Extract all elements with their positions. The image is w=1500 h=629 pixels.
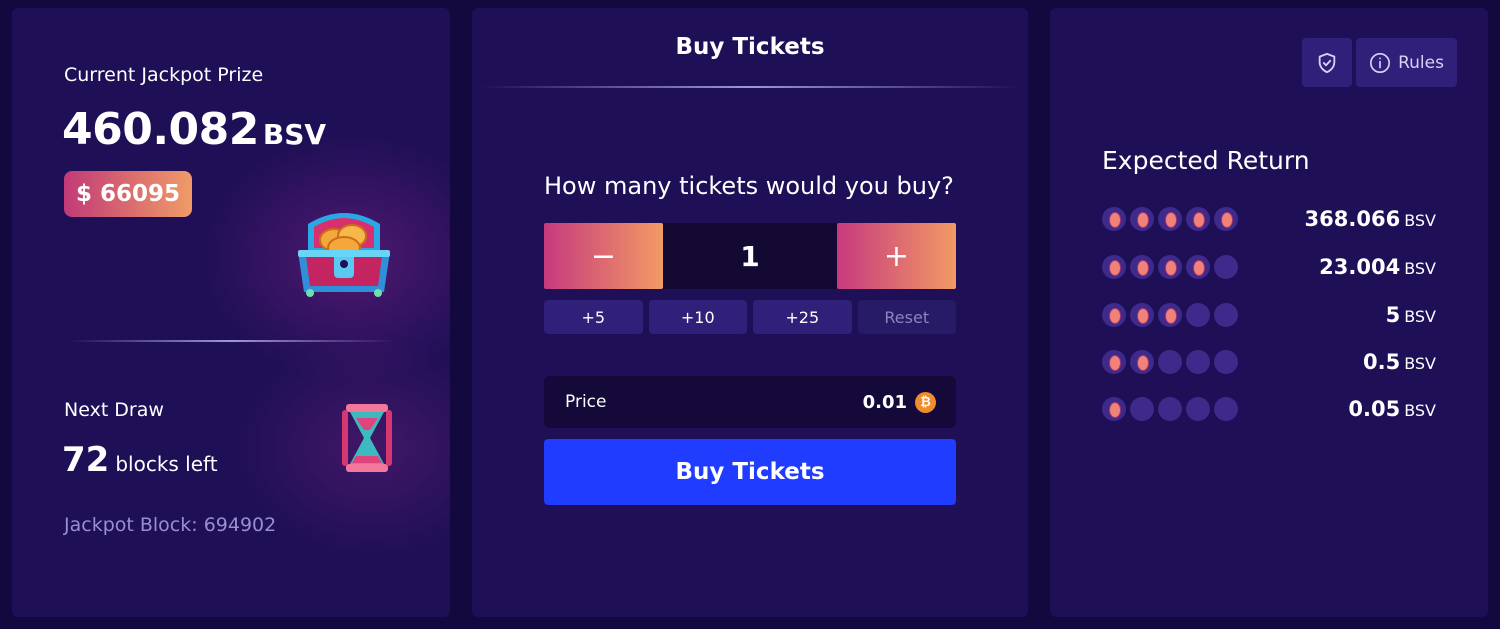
matched-ball-icon xyxy=(1158,207,1182,231)
empty-ball-icon xyxy=(1186,303,1210,327)
hourglass-icon xyxy=(342,404,392,472)
empty-ball-icon xyxy=(1130,397,1154,421)
shield-check-icon xyxy=(1318,52,1336,73)
expected-return-value: 368.066 BSV xyxy=(1305,207,1436,231)
return-unit: BSV xyxy=(1404,259,1436,278)
price-row: Price 0.01 ₿ xyxy=(544,376,956,428)
match-balls xyxy=(1102,397,1238,421)
jackpot-divider xyxy=(68,340,394,342)
match-balls xyxy=(1102,207,1238,231)
price-value: 0.01 ₿ xyxy=(862,391,936,413)
empty-ball-icon xyxy=(1214,255,1238,279)
quantity-stepper: − 1 + xyxy=(544,223,956,289)
blocks-left: 72 blocks left xyxy=(62,440,218,480)
expected-return-row: 0.5 BSV xyxy=(1102,347,1436,377)
return-amount: 23.004 xyxy=(1319,255,1401,279)
expected-return-row: 0.05 BSV xyxy=(1102,394,1436,424)
matched-ball-icon xyxy=(1214,207,1238,231)
return-unit: BSV xyxy=(1404,307,1436,326)
expected-return-value: 5 BSV xyxy=(1386,303,1436,327)
expected-return-row: 5 BSV xyxy=(1102,300,1436,330)
return-amount: 368.066 xyxy=(1304,207,1401,231)
matched-ball-icon xyxy=(1102,397,1126,421)
return-unit: BSV xyxy=(1404,211,1436,230)
expected-return-value: 0.05 BSV xyxy=(1348,397,1436,421)
bitcoin-coin-icon: ₿ xyxy=(915,391,936,413)
matched-ball-icon xyxy=(1102,207,1126,231)
jackpot-amount-unit: BSV xyxy=(262,118,327,151)
return-amount: 0.5 xyxy=(1363,350,1401,374)
buy-tickets-panel: Buy Tickets How many tickets would you b… xyxy=(472,8,1028,617)
matched-ball-icon xyxy=(1102,350,1126,374)
blocks-left-count: 72 xyxy=(62,440,110,480)
matched-ball-icon xyxy=(1130,303,1154,327)
matched-ball-icon xyxy=(1130,255,1154,279)
empty-ball-icon xyxy=(1214,303,1238,327)
info-icon xyxy=(1370,52,1391,73)
expected-return-panel: Rules Expected Return 368.066 BSV 23.004 BS… xyxy=(1050,8,1488,617)
expected-return-row: 368.066 BSV xyxy=(1102,204,1436,234)
empty-ball-icon xyxy=(1214,350,1238,374)
matched-ball-icon xyxy=(1158,303,1182,327)
buy-tickets-button[interactable]: Buy Tickets xyxy=(544,439,956,505)
add-25-button[interactable]: +25 xyxy=(753,300,852,334)
add-5-button[interactable]: +5 xyxy=(544,300,643,334)
increment-button[interactable]: + xyxy=(837,223,956,289)
matched-ball-icon xyxy=(1130,207,1154,231)
jackpot-label: Current Jackpot Prize xyxy=(64,64,264,86)
matched-ball-icon xyxy=(1158,255,1182,279)
return-unit: BSV xyxy=(1404,354,1436,373)
quick-add-row: +5 +10 +25 Reset xyxy=(544,300,956,334)
matched-ball-icon xyxy=(1102,303,1126,327)
empty-ball-icon xyxy=(1186,397,1210,421)
matched-ball-icon xyxy=(1102,255,1126,279)
return-unit: BSV xyxy=(1404,401,1436,420)
reset-button[interactable]: Reset xyxy=(857,300,956,334)
matched-ball-icon xyxy=(1186,207,1210,231)
empty-ball-icon xyxy=(1158,397,1182,421)
jackpot-block: Jackpot Block: 694902 xyxy=(64,514,277,536)
price-label: Price xyxy=(565,392,607,412)
expected-return-row: 23.004 BSV xyxy=(1102,252,1436,282)
expected-return-value: 23.004 BSV xyxy=(1319,255,1436,279)
jackpot-usd-badge: $ 66095 xyxy=(64,171,193,217)
jackpot-amount-value: 460.082 xyxy=(62,104,259,155)
add-10-button[interactable]: +10 xyxy=(648,300,747,334)
match-balls xyxy=(1102,255,1238,279)
rules-label: Rules xyxy=(1398,52,1444,73)
matched-ball-icon xyxy=(1130,350,1154,374)
match-balls xyxy=(1102,303,1238,327)
fairness-shield-button[interactable] xyxy=(1302,38,1352,87)
matched-ball-icon xyxy=(1186,255,1210,279)
return-amount: 5 xyxy=(1385,303,1401,327)
empty-ball-icon xyxy=(1214,397,1238,421)
empty-ball-icon xyxy=(1158,350,1182,374)
title-divider xyxy=(480,86,1020,88)
ticket-question: How many tickets would you buy? xyxy=(544,172,954,200)
expected-return-title: Expected Return xyxy=(1102,146,1310,175)
return-amount: 0.05 xyxy=(1348,397,1401,421)
match-balls xyxy=(1102,350,1238,374)
price-amount: 0.01 xyxy=(862,391,907,413)
jackpot-amount: 460.082 BSV xyxy=(62,104,326,155)
blocks-left-text: blocks left xyxy=(115,452,218,476)
empty-ball-icon xyxy=(1186,350,1210,374)
jackpot-panel: Current Jackpot Prize 460.082 BSV $ 66095… xyxy=(12,8,450,617)
rules-button[interactable]: Rules xyxy=(1356,38,1457,87)
decrement-button[interactable]: − xyxy=(544,223,663,289)
quantity-value[interactable]: 1 xyxy=(663,223,837,289)
expected-return-value: 0.5 BSV xyxy=(1363,350,1436,374)
treasure-chest-icon xyxy=(298,213,390,297)
panel-title: Buy Tickets xyxy=(675,34,825,60)
next-draw-label: Next Draw xyxy=(64,399,164,421)
